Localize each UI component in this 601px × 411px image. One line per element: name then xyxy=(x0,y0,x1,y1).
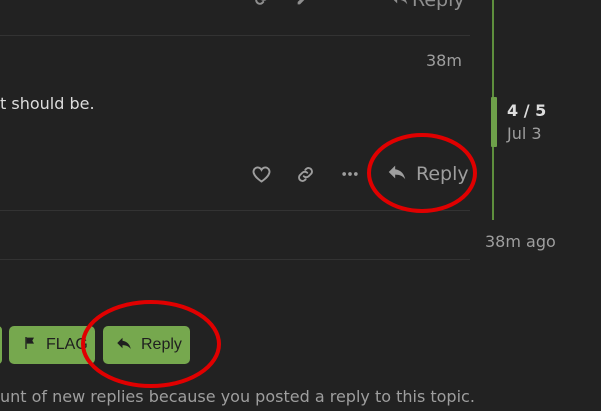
timeline-last-activity[interactable]: 38m ago xyxy=(485,232,556,251)
topic-page: Reply 38m t should be. Reply 4 / 5 Jul 3 xyxy=(0,0,601,411)
post-divider xyxy=(0,35,470,36)
annotation-circle-post-reply xyxy=(367,133,477,213)
timeline-scroll-handle[interactable] xyxy=(491,97,497,147)
previous-post-reply-label[interactable]: Reply xyxy=(412,0,465,11)
link-icon[interactable] xyxy=(294,163,316,185)
link-icon[interactable] xyxy=(252,0,274,8)
footer-button-partial[interactable] xyxy=(0,326,2,364)
reply-icon[interactable] xyxy=(388,0,410,8)
notification-reason-text: unt of new replies because you posted a … xyxy=(0,387,475,406)
post-timestamp[interactable]: 38m xyxy=(426,51,462,70)
pencil-icon[interactable] xyxy=(294,0,316,8)
more-icon[interactable] xyxy=(339,163,361,185)
flag-icon xyxy=(22,335,38,356)
post-body-text: t should be. xyxy=(0,94,95,113)
more-icon[interactable] xyxy=(338,0,360,8)
topic-footer-divider xyxy=(0,259,470,260)
annotation-circle-footer-reply xyxy=(81,300,221,388)
like-heart-icon[interactable] xyxy=(250,163,272,185)
timeline-position: 4 / 5 xyxy=(507,101,547,120)
timeline-date: Jul 3 xyxy=(507,124,542,143)
